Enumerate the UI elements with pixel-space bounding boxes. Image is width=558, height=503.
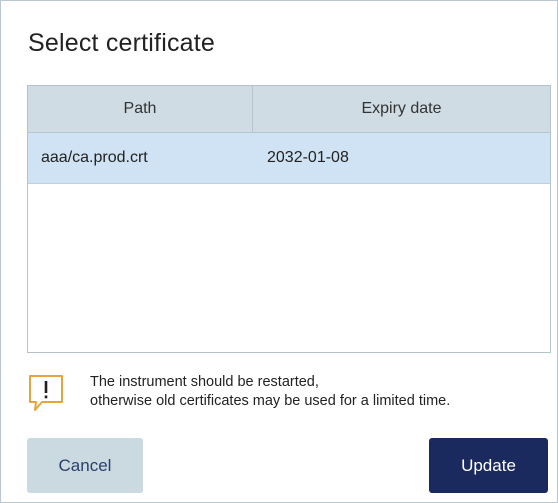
table-header: Path Expiry date [28,86,550,133]
select-certificate-dialog: Select certificate Path Expiry date aaa/… [0,0,558,503]
warning-line-2: otherwise old certificates may be used f… [90,393,451,409]
table-row[interactable]: aaa/ca.prod.crt 2032-01-08 [28,133,550,184]
cell-expiry-date: 2032-01-08 [267,149,349,166]
cell-path: aaa/ca.prod.crt [41,149,148,166]
column-header-path[interactable]: Path [28,86,253,132]
dialog-title: Select certificate [28,29,216,57]
certificate-table: Path Expiry date aaa/ca.prod.crt 2032-01… [27,85,551,353]
update-button[interactable]: Update [429,438,548,493]
column-header-expiry-date[interactable]: Expiry date [253,86,550,132]
warning-icon [28,374,64,414]
warning-line-1: The instrument should be restarted, [90,374,319,390]
warning-message: The instrument should be restarted, othe… [90,373,450,411]
cancel-button[interactable]: Cancel [27,438,143,493]
